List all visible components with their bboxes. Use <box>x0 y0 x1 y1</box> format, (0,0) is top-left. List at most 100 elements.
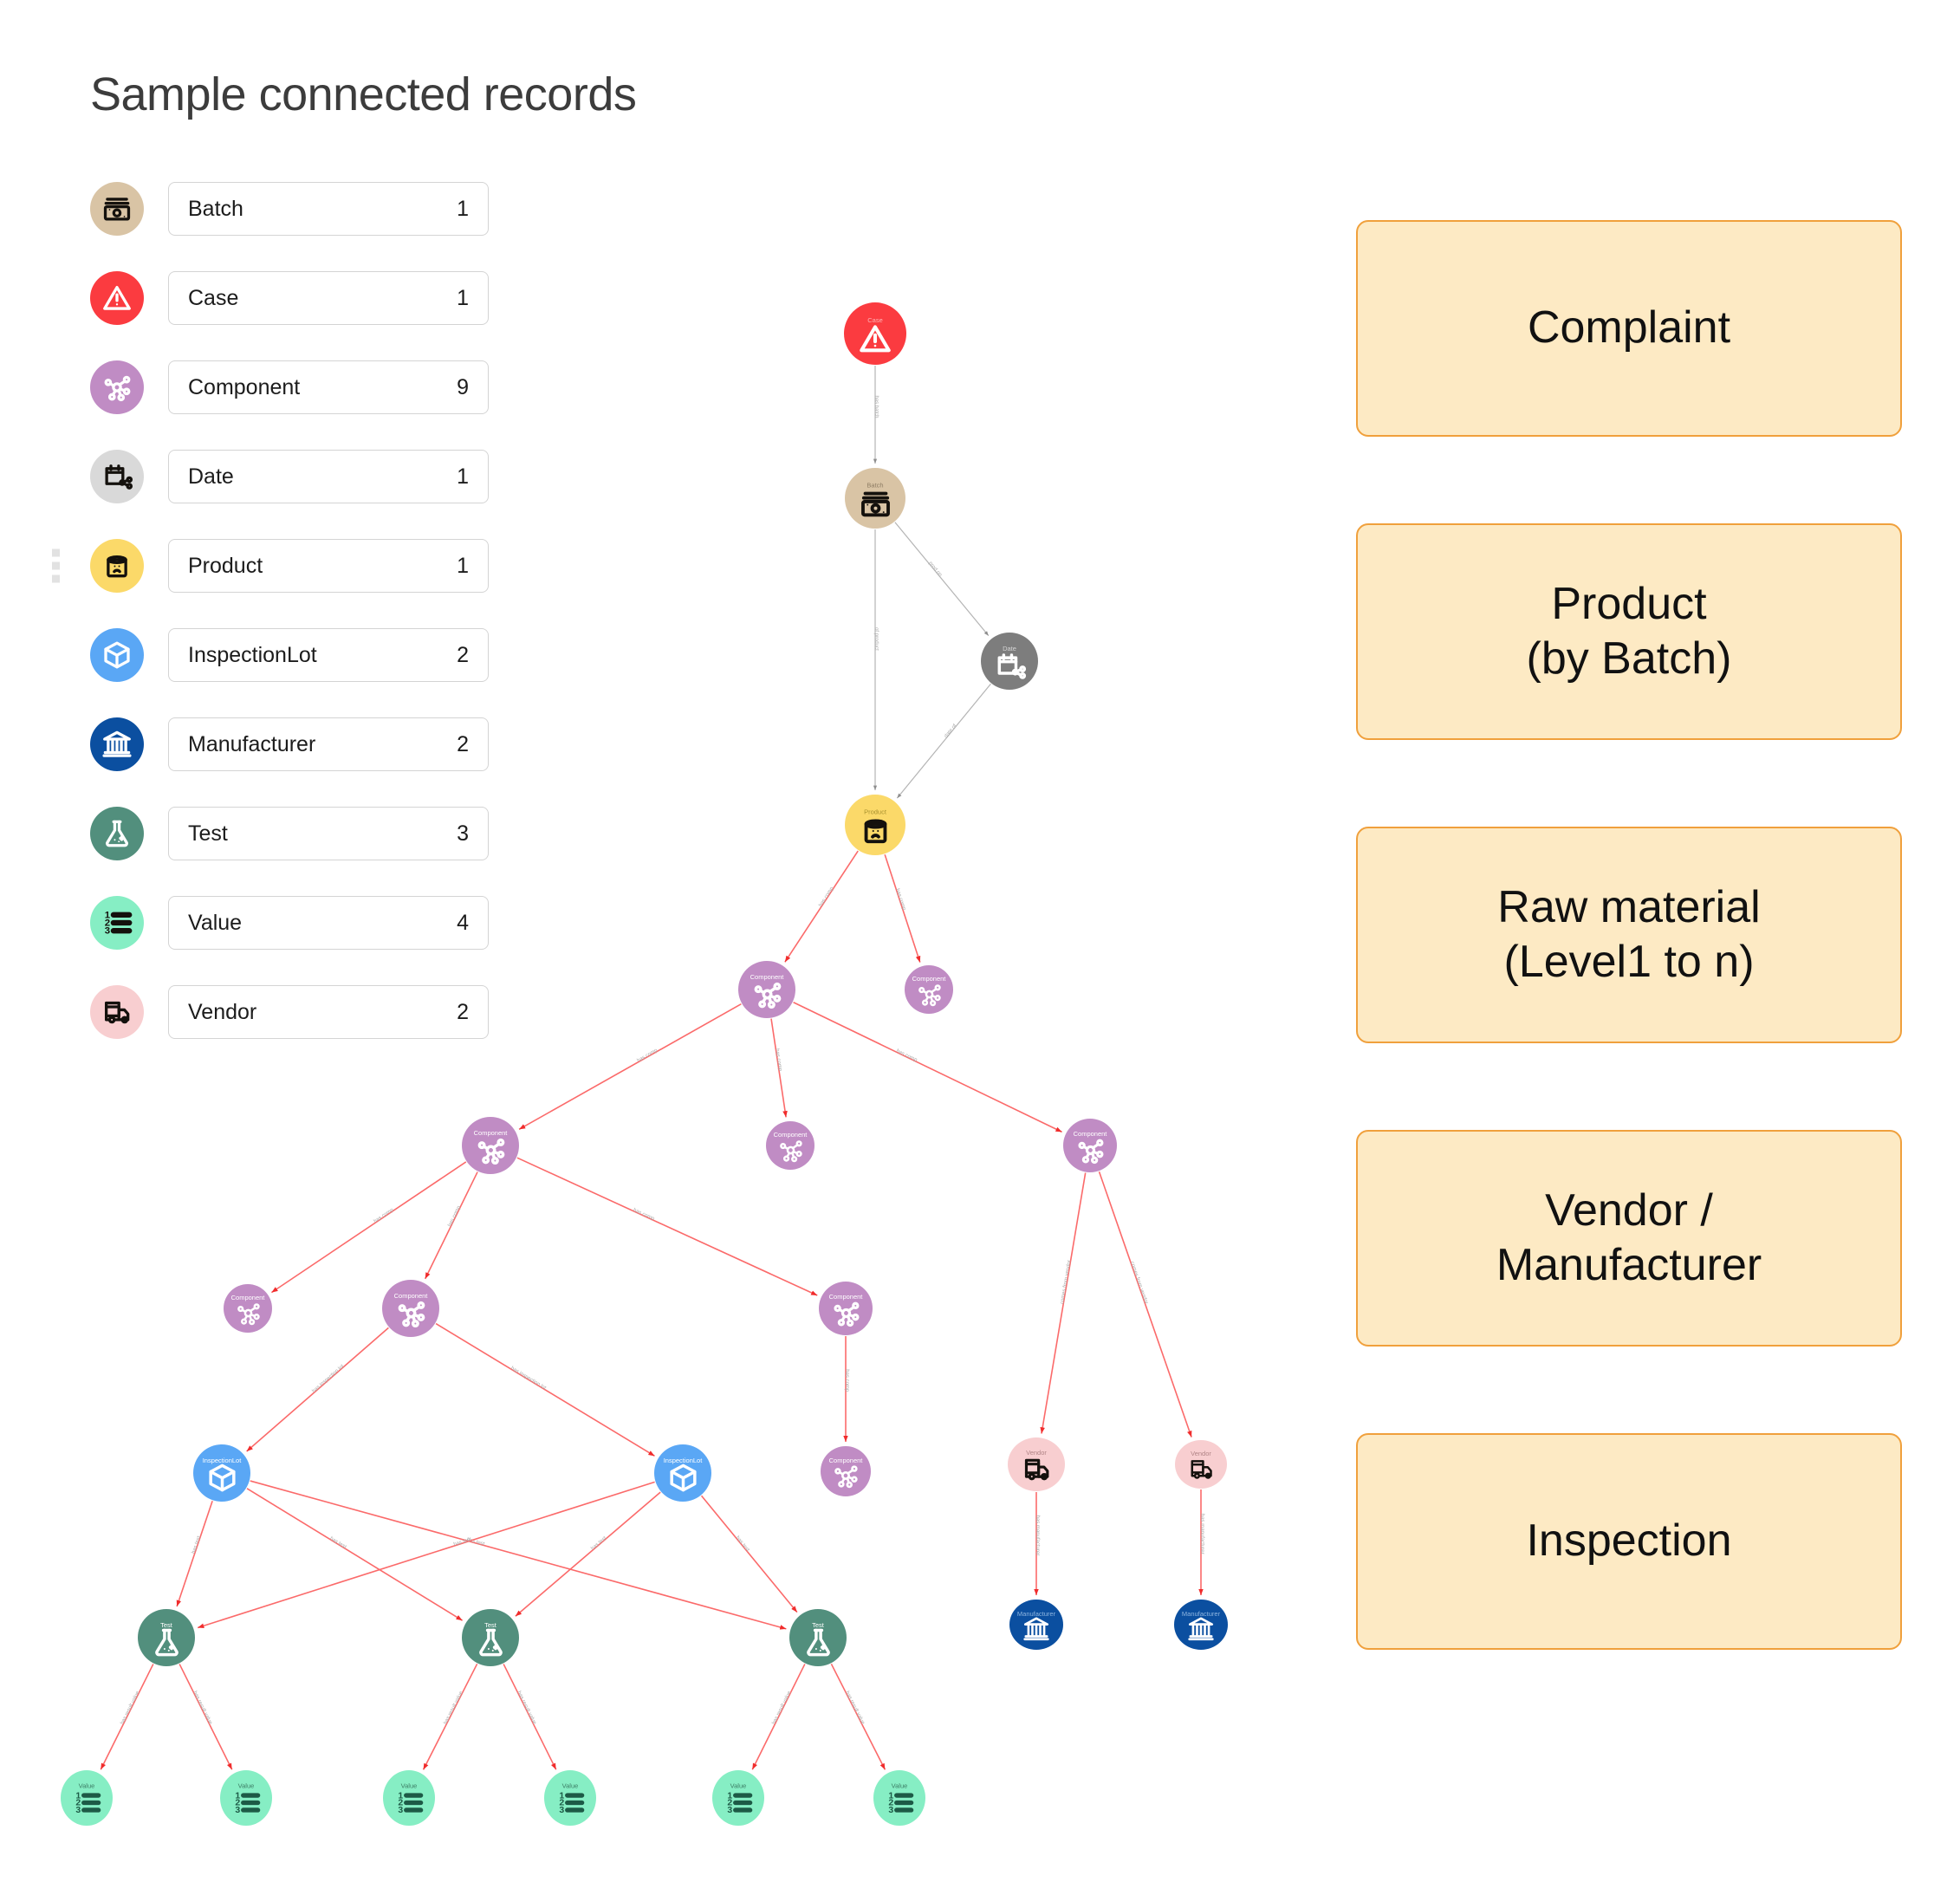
callout-text: Product (by Batch) <box>1526 578 1732 684</box>
graph-node-component[interactable]: Component <box>819 1282 873 1335</box>
graph-edge[interactable] <box>250 1480 787 1630</box>
svg-text:3: 3 <box>398 1805 403 1815</box>
graph-node-vendor[interactable]: Vendor <box>1175 1440 1227 1489</box>
graph-edge[interactable] <box>270 1161 467 1294</box>
bank-icon <box>1188 1617 1214 1641</box>
graph-edge[interactable] <box>793 1002 1062 1133</box>
product-jar-icon <box>864 819 886 843</box>
graph-edge[interactable] <box>896 683 991 799</box>
numbered-list-icon: 1 2 3 <box>559 1791 584 1815</box>
graph-node-test[interactable]: Test <box>789 1609 847 1666</box>
graph-node-manufacturer[interactable]: Manufacturer <box>1174 1600 1228 1650</box>
warning-icon <box>860 325 891 353</box>
graph-edge[interactable] <box>516 1157 818 1296</box>
graph-node-inspectionlot[interactable]: InspectionLot <box>193 1444 250 1502</box>
graph-nodes: Case Batch Date Product Component Compon… <box>61 302 1228 1826</box>
graph-node-component[interactable]: Component <box>1063 1119 1117 1172</box>
graph-node-case[interactable]: Case <box>844 302 906 365</box>
graph-edge[interactable] <box>518 1003 742 1131</box>
flask-icon <box>154 1629 178 1657</box>
truck-icon <box>1191 1459 1212 1479</box>
component-icon <box>754 983 781 1009</box>
graph-node-component[interactable]: Component <box>738 961 795 1018</box>
numbered-list-icon: 1 2 3 <box>727 1791 752 1815</box>
graph-node-value[interactable]: Value 1 2 3 <box>383 1770 435 1826</box>
svg-text:3: 3 <box>75 1805 81 1815</box>
truck-icon <box>1024 1458 1048 1481</box>
component-icon <box>237 1302 260 1325</box>
edge-label: has result value <box>443 1690 464 1725</box>
graph-edges: has batch prod on of product date of has com… <box>100 366 1204 1770</box>
component-icon <box>834 1465 858 1489</box>
graph-node-component[interactable]: Component <box>905 965 953 1014</box>
callout-box: Vendor / Manufacturer <box>1356 1130 1902 1347</box>
graph-edge[interactable] <box>246 1488 464 1621</box>
component-icon <box>833 1301 859 1327</box>
cube-icon <box>208 1464 236 1492</box>
component-icon <box>1077 1139 1103 1165</box>
graph-node-value[interactable]: Value 1 2 3 <box>61 1770 113 1826</box>
callout-text: Raw material (Level1 to n) <box>1497 881 1761 987</box>
flask-icon <box>478 1629 503 1657</box>
graph-edge[interactable] <box>700 1495 798 1613</box>
graph-node-component[interactable]: Component <box>766 1121 815 1170</box>
graph-node-vendor[interactable]: Vendor <box>1008 1437 1065 1491</box>
graph-node-test[interactable]: Test <box>138 1609 195 1666</box>
edge-label: has result value <box>516 1691 536 1726</box>
component-icon <box>477 1139 504 1165</box>
svg-text:3: 3 <box>727 1805 732 1815</box>
edge-label: has result value <box>191 1691 212 1726</box>
edge-label: has batch <box>873 395 879 418</box>
callout-box: Raw material (Level1 to n) <box>1356 827 1902 1043</box>
graph-node-component[interactable]: Component <box>224 1284 272 1333</box>
callout-text: Vendor / Manufacturer <box>1496 1184 1762 1290</box>
graph-node-component[interactable]: Component <box>821 1446 871 1496</box>
edge-label: has test <box>735 1535 750 1553</box>
component-icon <box>398 1301 425 1328</box>
graph-node-batch[interactable]: Batch <box>845 468 905 529</box>
graph-node-value[interactable]: Value 1 2 3 <box>544 1770 596 1826</box>
graph-node-product[interactable]: Product <box>845 795 905 855</box>
edge-label: has comp <box>818 886 835 908</box>
edge-label: has test <box>191 1535 202 1554</box>
edge-label: has comp <box>844 1369 849 1392</box>
callout-box: Complaint <box>1356 220 1902 437</box>
component-icon <box>918 983 941 1006</box>
edge-label: has test <box>328 1536 347 1550</box>
graph-node-component[interactable]: Component <box>462 1117 519 1174</box>
flask-icon <box>806 1629 830 1657</box>
graph-node-value[interactable]: Value 1 2 3 <box>873 1770 925 1826</box>
calendar-share-icon <box>997 653 1026 680</box>
batch-icon <box>860 491 890 517</box>
graph-node-component[interactable]: Component <box>382 1280 439 1337</box>
connected-records-graph[interactable]: has batch prod on of product date of has com… <box>0 0 1326 1882</box>
edge-label: has manufacturer <box>1199 1514 1204 1554</box>
svg-text:3: 3 <box>559 1805 564 1815</box>
graph-edge[interactable] <box>435 1322 655 1457</box>
edge-label: has result value <box>771 1690 792 1725</box>
callout-text: Complaint <box>1527 302 1731 354</box>
numbered-list-icon: 1 2 3 <box>888 1791 913 1815</box>
graph-node-value[interactable]: Value 1 2 3 <box>712 1770 764 1826</box>
numbered-list-icon: 1 2 3 <box>235 1791 260 1815</box>
graph-edge[interactable] <box>1098 1171 1192 1437</box>
graph-node-test[interactable]: Test <box>462 1609 519 1666</box>
cube-icon <box>669 1464 697 1492</box>
graph-edge[interactable] <box>894 522 990 637</box>
bank-icon <box>1023 1617 1049 1641</box>
graph-edge[interactable] <box>515 1491 661 1617</box>
callout-column: Complaint Product (by Batch) Raw material … <box>1356 220 1902 1736</box>
edge-label: has comp <box>447 1204 462 1228</box>
callout-box: Inspection <box>1356 1433 1902 1650</box>
graph-node-manufacturer[interactable]: Manufacturer <box>1009 1600 1063 1650</box>
numbered-list-icon: 1 2 3 <box>398 1791 423 1815</box>
edge-label: has comp <box>636 1048 659 1063</box>
edge-label: comes from vendor <box>1060 1260 1072 1305</box>
edge-label: has comp <box>373 1207 395 1224</box>
graph-node-inspectionlot[interactable]: InspectionLot <box>654 1444 711 1502</box>
component-icon <box>779 1139 802 1162</box>
edge-label: has test <box>590 1535 607 1551</box>
edge-label: has result value <box>844 1691 866 1726</box>
graph-node-date[interactable]: Date <box>981 633 1038 690</box>
graph-node-value[interactable]: Value 1 2 3 <box>220 1770 272 1826</box>
